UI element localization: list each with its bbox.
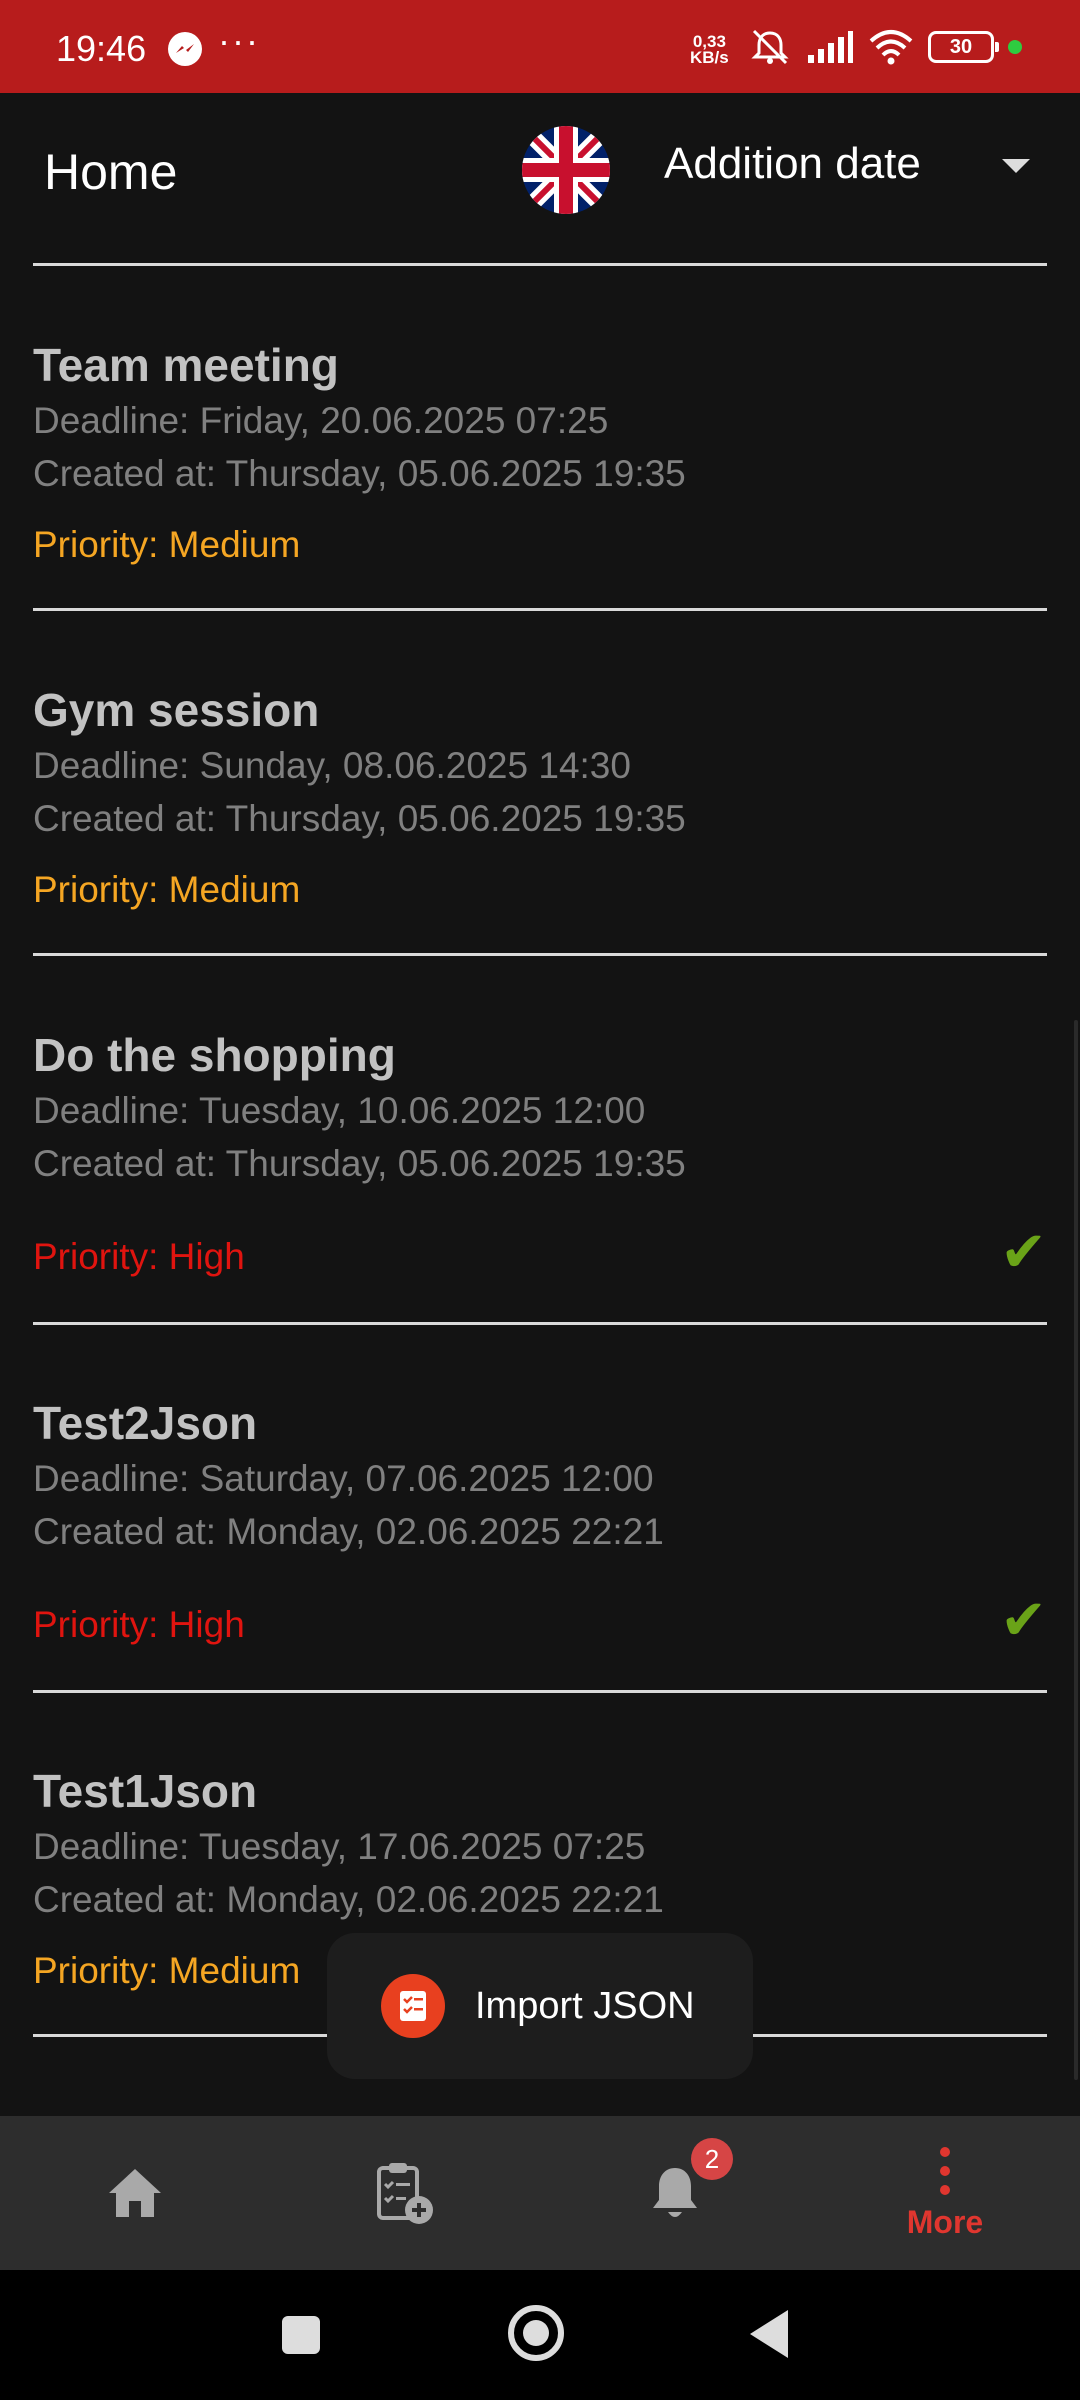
page-title: Home	[44, 144, 178, 200]
wifi-icon	[869, 30, 913, 65]
app-bar: Home Addition date	[0, 93, 1080, 265]
task-priority: Priority: High	[33, 1604, 245, 1645]
task-created: Created at: Thursday, 05.06.2025 19:35	[33, 1143, 686, 1184]
nav-more[interactable]: More	[855, 2116, 1035, 2270]
battery-icon: 30	[928, 31, 999, 63]
system-navigation	[0, 2270, 1080, 2400]
divider	[33, 608, 1047, 611]
caret-down-icon	[1002, 159, 1030, 173]
active-dot	[1008, 40, 1022, 54]
home-icon	[109, 2169, 161, 2217]
notification-badge: 2	[691, 2138, 733, 2180]
checklist-icon	[381, 1974, 445, 2038]
more-vert-icon	[940, 2146, 950, 2195]
task-item[interactable]: Do the shopping Deadline: Tuesday, 10.06…	[33, 1028, 1047, 1328]
recents-button[interactable]	[282, 2316, 320, 2354]
task-title: Do the shopping	[33, 1029, 396, 1081]
divider	[33, 953, 1047, 956]
nav-add-task[interactable]	[315, 2116, 495, 2270]
task-deadline: Deadline: Tuesday, 17.06.2025 07:25	[33, 1826, 646, 1867]
task-deadline: Deadline: Tuesday, 10.06.2025 12:00	[33, 1090, 646, 1131]
task-deadline: Deadline: Saturday, 07.06.2025 12:00	[33, 1458, 654, 1499]
divider	[33, 1322, 1047, 1325]
toast-import-json: Import JSON	[327, 1933, 753, 2079]
nav-notifications[interactable]: 2	[585, 2116, 765, 2270]
status-icons: 30	[748, 26, 1022, 68]
bell-icon	[653, 2168, 697, 2217]
messenger-icon	[168, 32, 202, 66]
task-title: Team meeting	[33, 339, 339, 391]
nav-home[interactable]	[45, 2116, 225, 2270]
task-created: Created at: Monday, 02.06.2025 22:21	[33, 1511, 664, 1552]
signal-icon	[808, 31, 853, 63]
task-created: Created at: Thursday, 05.06.2025 19:35	[33, 453, 686, 494]
task-deadline: Deadline: Sunday, 08.06.2025 14:30	[33, 745, 631, 786]
mute-icon	[751, 29, 789, 65]
divider	[33, 1690, 1047, 1693]
task-priority: Priority: Medium	[33, 1950, 301, 1991]
scrollbar[interactable]	[1074, 1020, 1078, 2080]
status-bar: 19:46 ··· 0,33 KB/s 30	[0, 0, 1080, 93]
battery-level: 30	[949, 35, 973, 58]
bottom-navigation: 2 More	[0, 2116, 1080, 2270]
nav-more-label: More	[906, 2203, 984, 2240]
task-title: Test1Json	[33, 1765, 258, 1817]
task-deadline: Deadline: Friday, 20.06.2025 07:25	[33, 400, 609, 441]
uk-flag-icon[interactable]	[522, 126, 610, 214]
checkmark-icon: ✔	[1000, 1588, 1047, 1651]
task-item[interactable]: Gym session Deadline: Sunday, 08.06.2025…	[33, 683, 1047, 963]
divider	[33, 263, 1047, 266]
task-title: Test2Json	[33, 1397, 258, 1449]
sort-dropdown[interactable]: Addition date	[664, 131, 1034, 201]
home-button[interactable]	[508, 2305, 564, 2361]
network-speed: 0,33 KB/s	[690, 32, 729, 67]
toast-text: Import JSON	[475, 1984, 695, 2027]
task-created: Created at: Monday, 02.06.2025 22:21	[33, 1879, 664, 1920]
task-priority: Priority: Medium	[33, 869, 301, 910]
back-button[interactable]	[750, 2310, 788, 2358]
checkmark-icon: ✔	[1000, 1220, 1047, 1283]
task-priority: Priority: Medium	[33, 524, 301, 565]
task-priority: Priority: High	[33, 1236, 245, 1277]
more-dots-icon: ···	[218, 20, 260, 61]
task-item[interactable]: Test2Json Deadline: Saturday, 07.06.2025…	[33, 1396, 1047, 1696]
add-task-icon	[377, 2163, 433, 2224]
status-time: 19:46	[56, 28, 147, 69]
task-item[interactable]: Team meeting Deadline: Friday, 20.06.202…	[33, 338, 1047, 618]
task-created: Created at: Thursday, 05.06.2025 19:35	[33, 798, 686, 839]
sort-selected-value: Addition date	[664, 139, 921, 188]
task-title: Gym session	[33, 684, 320, 736]
